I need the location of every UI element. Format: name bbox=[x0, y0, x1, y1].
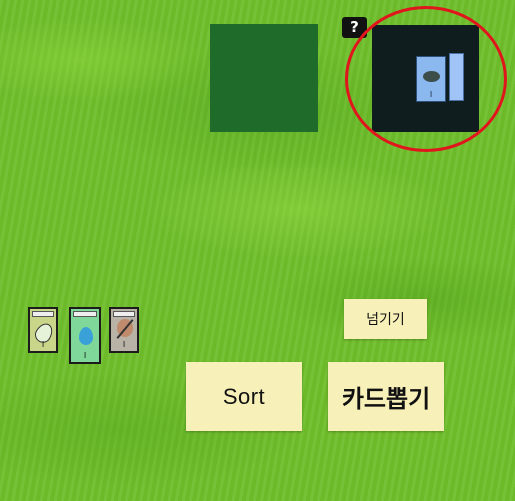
sort-button[interactable]: Sort bbox=[186, 362, 302, 431]
hand-card-water[interactable]: I bbox=[69, 307, 101, 364]
pass-button[interactable]: 넘기기 bbox=[344, 299, 427, 339]
preview-card: I bbox=[416, 56, 446, 102]
draw-card-button[interactable]: 카드뽑기 bbox=[328, 362, 444, 431]
feather-icon bbox=[117, 319, 133, 337]
help-button[interactable]: ? bbox=[342, 17, 367, 38]
card-number: I bbox=[41, 340, 45, 349]
card-number: I bbox=[83, 351, 87, 360]
card-header bbox=[32, 311, 54, 317]
game-board: ? I I I I 넘기기 Sort 카드뽑기 bbox=[0, 0, 515, 501]
preview-card-number: I bbox=[429, 90, 433, 99]
card-header bbox=[113, 311, 135, 317]
card-header bbox=[73, 311, 97, 317]
deck-slot[interactable] bbox=[210, 24, 318, 132]
stone-icon bbox=[423, 71, 440, 82]
water-drop-icon bbox=[79, 327, 93, 345]
card-number: I bbox=[122, 340, 126, 349]
preview-card-back bbox=[449, 53, 464, 101]
hand-card-leaf[interactable]: I bbox=[28, 307, 58, 353]
hand-card-feather[interactable]: I bbox=[109, 307, 139, 353]
